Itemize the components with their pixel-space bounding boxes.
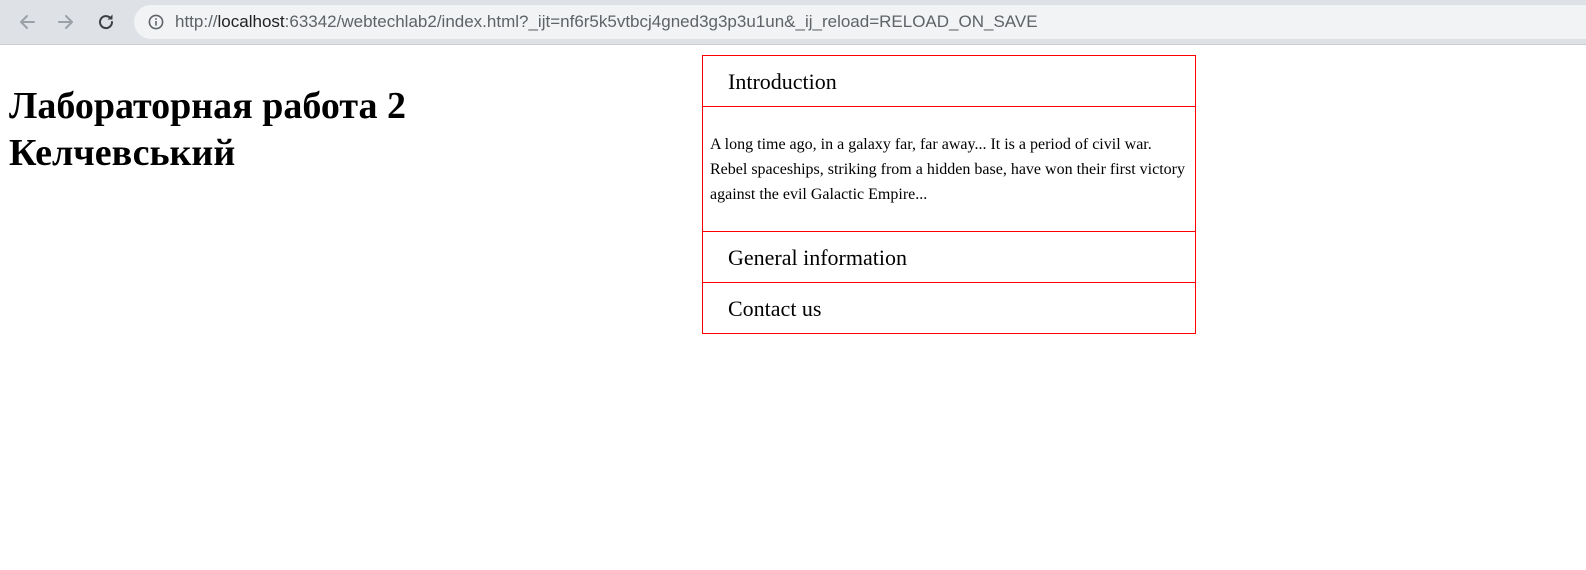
page-title-line1: Лабораторная работа 2 (9, 85, 406, 127)
url-path: :63342/webtechlab2/index.html?_ijt=nf6r5… (284, 12, 1038, 31)
reload-icon (99, 14, 114, 30)
address-bar[interactable]: http://localhost:63342/webtechlab2/index… (134, 5, 1586, 39)
reload-button[interactable] (92, 8, 120, 36)
accordion: Introduction A long time ago, in a galax… (702, 55, 1196, 334)
accordion-header-general-information[interactable]: General information (702, 231, 1196, 283)
browser-toolbar: http://localhost:63342/webtechlab2/index… (0, 0, 1586, 45)
arrow-left-icon (20, 15, 35, 29)
page-title: Лабораторная работа 2 Келчевський (9, 83, 406, 177)
page-title-line2: Келчевський (9, 132, 236, 174)
url-host: localhost (217, 12, 285, 31)
url-scheme: http:// (175, 12, 218, 31)
info-icon[interactable] (148, 14, 164, 30)
url-text[interactable]: http://localhost:63342/webtechlab2/index… (175, 12, 1038, 32)
accordion-panel-introduction: A long time ago, in a galaxy far, far aw… (702, 106, 1196, 232)
back-button[interactable] (13, 8, 41, 36)
forward-button[interactable] (52, 8, 80, 36)
accordion-header-introduction[interactable]: Introduction (702, 55, 1196, 107)
accordion-header-contact-us[interactable]: Contact us (702, 282, 1196, 334)
arrow-right-icon (58, 15, 73, 29)
